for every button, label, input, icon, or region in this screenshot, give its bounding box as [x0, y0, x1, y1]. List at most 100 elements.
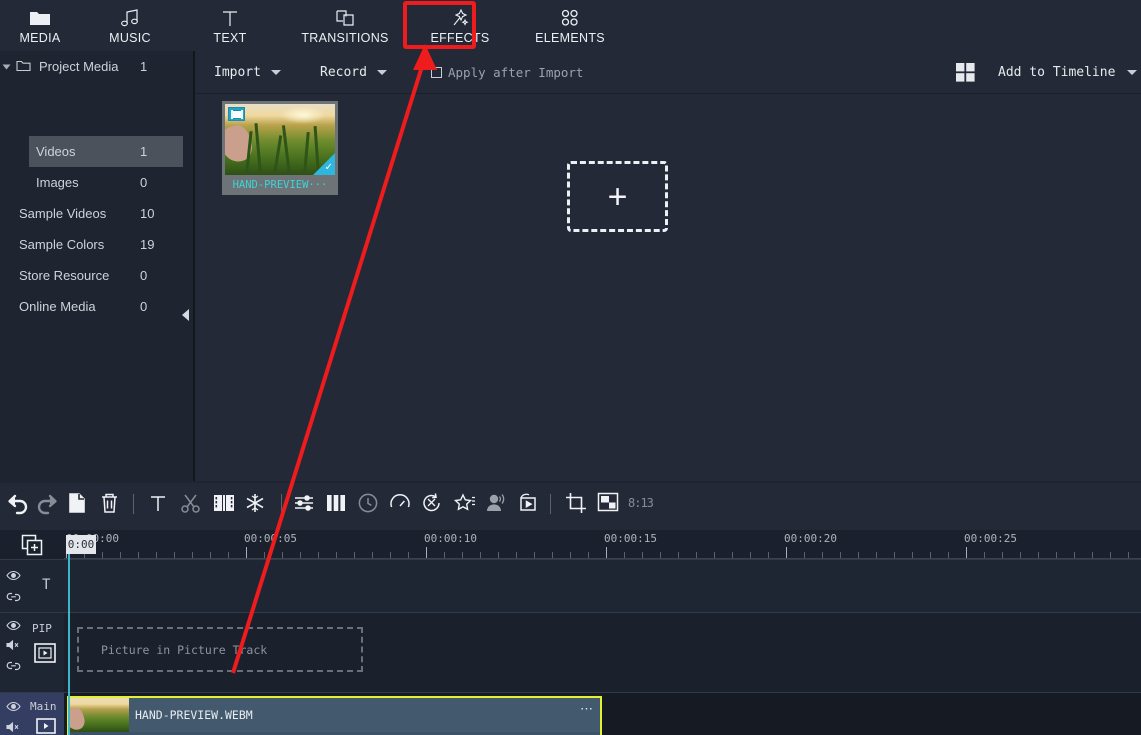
nav-tab-media[interactable]: MEDIA: [0, 0, 80, 51]
ruler-label-2: 00:00:10: [424, 532, 477, 545]
nav-tab-text[interactable]: TEXT: [180, 0, 280, 51]
eye-icon[interactable]: [6, 620, 21, 631]
sidebar-item-sample-colors-count: 19: [140, 237, 155, 252]
sidebar-item-store-resource-label: Store Resource: [19, 268, 110, 283]
timeline-lane-text[interactable]: [64, 559, 1141, 612]
adjust-sliders-icon[interactable]: [293, 492, 315, 514]
nav-tab-transitions[interactable]: TRANSITIONS: [280, 0, 410, 51]
timeline-toolbar: 8:13: [0, 483, 1141, 530]
mute-icon[interactable]: [6, 721, 21, 733]
copy-icon[interactable]: [67, 492, 89, 516]
sidebar-item-sample-videos-label: Sample Videos: [19, 206, 107, 221]
redo-icon[interactable]: [35, 492, 61, 518]
toolbar-separator: [550, 494, 551, 514]
sidebar-item-sample-colors-label: Sample Colors: [19, 237, 105, 252]
eye-icon[interactable]: [6, 570, 21, 581]
toolbar-separator: [281, 494, 282, 514]
nav-tab-effects[interactable]: EFFECTS: [410, 0, 510, 51]
grass-blade: [273, 135, 283, 175]
pip-overlay-icon[interactable]: [34, 643, 56, 663]
media-tile-hand-preview[interactable]: ✓ HAND-PREVIEW···: [222, 101, 338, 195]
sidebar-item-images[interactable]: Images 0: [0, 167, 193, 198]
speed-gauge-icon[interactable]: [389, 492, 411, 514]
track-header-text[interactable]: T: [0, 559, 64, 612]
ruler-tick-minor: [642, 552, 643, 558]
clock-icon[interactable]: [357, 492, 379, 514]
add-to-timeline-button[interactable]: Add to Timeline: [998, 65, 1138, 80]
ruler-tick-minor: [354, 552, 355, 558]
pip-track-placeholder-label: Picture in Picture Track: [101, 642, 268, 657]
snowflake-icon[interactable]: [244, 492, 266, 514]
sidebar-item-videos[interactable]: Videos 1: [29, 136, 183, 167]
grid-view-icon[interactable]: [956, 63, 975, 82]
delete-icon[interactable]: [99, 492, 120, 515]
eye-icon[interactable]: [6, 701, 21, 712]
timeline-lane-pip[interactable]: Picture in Picture Track: [64, 612, 1141, 692]
nav-tab-music[interactable]: MUSIC: [80, 0, 180, 51]
nav-tab-music-label: MUSIC: [109, 30, 151, 45]
sidebar-item-sample-colors[interactable]: Sample Colors 19: [0, 229, 193, 260]
sidebar-item-online-media-label: Online Media: [19, 299, 96, 314]
ruler-tick-minor: [894, 552, 895, 558]
add-track-icon[interactable]: [0, 530, 64, 559]
chevron-down-icon[interactable]: [2, 64, 11, 70]
ruler-tick-minor: [480, 552, 481, 558]
media-thumbnail: ✓: [225, 104, 335, 175]
plus-icon: +: [607, 177, 628, 216]
ruler-tick-minor: [498, 552, 499, 558]
timeline: T PIP Main 00:00:05 00:00:10 00:00:15 00…: [0, 530, 1141, 735]
track-header-pip[interactable]: PIP: [0, 612, 64, 692]
ruler-tick-minor: [552, 552, 553, 558]
sidebar-item-online-media[interactable]: Online Media 0: [0, 291, 193, 322]
timeline-clip-hand-preview[interactable]: HAND-PREVIEW.WEBM ⋯: [67, 696, 602, 735]
track-header-main[interactable]: Main: [0, 692, 64, 735]
more-options-icon[interactable]: ⋯: [580, 701, 594, 717]
person-icon[interactable]: [485, 492, 507, 514]
sidebar-item-sample-videos[interactable]: Sample Videos 10: [0, 198, 193, 229]
ruler-tick-minor: [516, 552, 517, 558]
pip-track-placeholder[interactable]: Picture in Picture Track: [77, 627, 363, 672]
sidebar-item-project-media-count: 1: [140, 59, 148, 74]
aspect-ratio-label[interactable]: 8:13: [628, 496, 654, 510]
link-icon[interactable]: [6, 591, 21, 603]
track-header-column: T PIP Main: [0, 530, 64, 735]
star-effects-icon[interactable]: [453, 492, 477, 514]
crop-icon[interactable]: [565, 492, 587, 514]
play-box-icon[interactable]: [517, 492, 541, 514]
text-t-icon[interactable]: [148, 492, 168, 514]
ruler-tick-minor: [102, 552, 103, 558]
add-to-timeline-label: Add to Timeline: [998, 65, 1116, 80]
ruler-tick-minor: [570, 552, 571, 558]
undo-icon[interactable]: [4, 492, 30, 518]
video-file-icon: [228, 107, 245, 121]
play-box-icon[interactable]: [36, 718, 56, 734]
timeline-ruler[interactable]: 00:00:00 00:00:05 00:00:10 00:00:15 00:0…: [64, 530, 1141, 559]
ruler-tick-minor: [1092, 552, 1093, 558]
ruler-label-4: 00:00:20: [784, 532, 837, 545]
import-button[interactable]: Import: [214, 65, 281, 80]
split-screen-icon[interactable]: [212, 492, 236, 514]
collapse-left-arrow-icon[interactable]: [182, 309, 189, 321]
color-bars-icon[interactable]: [325, 492, 347, 514]
scissors-icon[interactable]: [180, 492, 202, 514]
rotate-icon[interactable]: [421, 492, 443, 514]
record-button-label: Record: [320, 65, 367, 80]
add-media-placeholder[interactable]: +: [567, 161, 668, 232]
sidebar-item-store-resource[interactable]: Store Resource 0: [0, 260, 193, 291]
timeline-lane-main[interactable]: HAND-PREVIEW.WEBM ⋯: [64, 692, 1141, 735]
sidebar-item-project-media[interactable]: Project Media 1: [0, 51, 193, 82]
checkbox-box[interactable]: [431, 67, 442, 78]
ruler-tick-minor: [696, 552, 697, 558]
apply-after-import-checkbox[interactable]: Apply after Import: [431, 65, 583, 80]
playhead-time-flag[interactable]: 0:00: [66, 535, 96, 554]
ruler-tick-minor: [318, 552, 319, 558]
nav-tab-transitions-label: TRANSITIONS: [301, 30, 389, 45]
media-browser-panel: Import Record Apply after Import Add to …: [195, 51, 1141, 481]
nav-tab-elements[interactable]: ELEMENTS: [510, 0, 630, 51]
mute-icon[interactable]: [6, 639, 21, 651]
link-icon[interactable]: [6, 660, 21, 672]
record-button[interactable]: Record: [320, 65, 387, 80]
ruler-tick-minor: [804, 552, 805, 558]
ruler-tick-minor: [624, 552, 625, 558]
pip-overlay-icon[interactable]: [597, 492, 619, 512]
